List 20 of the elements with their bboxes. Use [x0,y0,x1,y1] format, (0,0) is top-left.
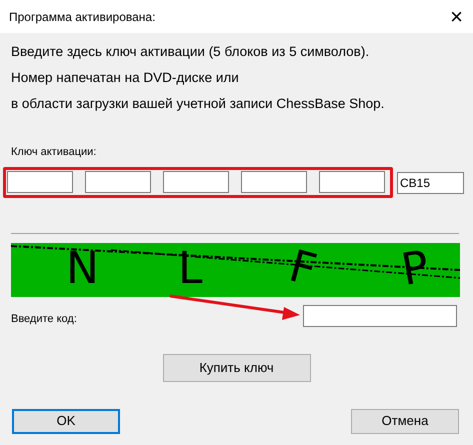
key-block-field[interactable] [7,171,73,193]
captcha-letter: L [178,247,203,291]
key-label: Ключ активации: [11,146,96,158]
code-field[interactable] [303,305,457,327]
close-button[interactable]: × [450,6,463,28]
key-suffix-field[interactable]: CB15 [397,172,464,194]
instruction-text: в области загрузки вашей учетной записи ChessBase Shop. [11,95,386,113]
captcha-letter: N [66,247,99,291]
captcha-letter: F [284,244,321,294]
key-block-field[interactable] [319,171,385,193]
key-block-field[interactable] [241,171,307,193]
cancel-button[interactable]: Отмена [351,408,459,434]
ok-button[interactable]: OK [12,408,120,434]
instruction-text: Введите здесь ключ активации (5 блоков из 5 символов). [11,43,370,61]
key-block-field[interactable] [163,171,229,193]
buy-key-button[interactable]: Купить ключ [162,354,310,382]
window-title: Программа активирована: [9,8,156,26]
instruction-text: Номер напечатан на DVD-диске или [11,69,240,87]
key-block-field[interactable] [85,171,151,193]
code-label: Введите код: [11,312,77,327]
